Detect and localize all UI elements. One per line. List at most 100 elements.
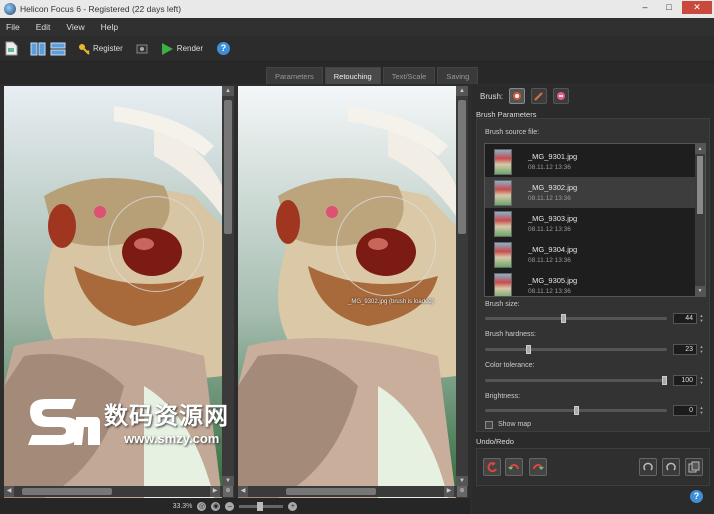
app-icon [4, 3, 16, 15]
watermark-cn: 数码资源网 [104, 403, 229, 430]
scroll-thumb[interactable] [458, 100, 466, 234]
show-map-checkbox[interactable] [485, 421, 493, 429]
scroll-right-arrow-icon[interactable]: ▶ [444, 486, 454, 497]
title-bar: Helicon Focus 6 - Registered (22 days le… [0, 0, 714, 18]
menu-file[interactable]: File [6, 22, 20, 32]
scroll-up-arrow-icon[interactable]: ▲ [456, 86, 468, 96]
slider-knob[interactable] [574, 406, 579, 415]
file-list-scrollbar[interactable]: ▲ ▼ [695, 144, 705, 296]
clone-brush-button[interactable] [509, 88, 526, 104]
redo-icon [533, 464, 544, 470]
menu-view[interactable]: View [66, 22, 84, 32]
color-tolerance-value[interactable]: 100 [673, 375, 697, 386]
tab-parameters[interactable]: Parameters [266, 67, 323, 84]
brush-size-value[interactable]: 44 [673, 313, 697, 324]
add-images-button[interactable] [5, 41, 18, 56]
brush-hardness-label: Brush hardness: [485, 331, 536, 338]
list-item[interactable]: _MG_9304.jpg 08.11.12 13:36 [485, 239, 695, 270]
eraser-brush-button[interactable] [553, 88, 570, 104]
brush-hardness-value[interactable]: 23 [673, 344, 697, 355]
scroll-left-arrow-icon[interactable]: ◀ [4, 486, 14, 497]
zoom-corner-icon[interactable]: ⊕ [457, 486, 467, 497]
watermark-logo [28, 399, 100, 445]
list-item[interactable]: _MG_9301.jpg 08.11.12 13:36 [485, 146, 695, 177]
minimize-button[interactable]: – [634, 1, 656, 14]
scroll-up-arrow-icon[interactable]: ▲ [222, 86, 234, 96]
undo-redo-group [476, 448, 710, 486]
watermark: 数码资源网 www.smzy.com [24, 393, 229, 449]
watermark-text: 数码资源网 www.smzy.com [104, 396, 229, 446]
scroll-thumb[interactable] [697, 156, 703, 214]
window-title: Helicon Focus 6 - Registered (22 days le… [20, 4, 182, 14]
zoom-in-icon[interactable]: + [288, 501, 298, 511]
zoom-corner-icon[interactable]: ⊕ [223, 486, 233, 497]
render-button[interactable]: Render [161, 42, 203, 55]
list-item[interactable]: _MG_9303.jpg 08.11.12 13:36 [485, 208, 695, 239]
list-item-selected[interactable]: _MG_9302.jpg 08.11.12 13:36 [485, 177, 695, 208]
scroll-down-arrow-icon[interactable]: ▼ [222, 476, 234, 486]
rotate-left-button[interactable] [639, 458, 657, 476]
brush-source-list[interactable]: _MG_9301.jpg 08.11.12 13:36 _MG_9302.jpg 0… [484, 143, 706, 297]
scroll-up-arrow-icon[interactable]: ▲ [695, 144, 705, 154]
source-horizontal-scrollbar[interactable]: ◀ ▶ ⊕ [4, 486, 234, 497]
toolbar: Register Render ? [0, 36, 714, 62]
spin-arrows-icon[interactable]: ▲ ▼ [698, 344, 705, 355]
spin-arrows-icon[interactable]: ▲ ▼ [698, 405, 705, 416]
layout-stack-button[interactable] [50, 42, 66, 56]
slider-knob[interactable] [526, 345, 531, 354]
menu-edit[interactable]: Edit [36, 22, 51, 32]
tab-retouching[interactable]: Retouching [324, 67, 381, 84]
scroll-right-arrow-icon[interactable]: ▶ [210, 486, 220, 497]
result-image-panel[interactable]: _MG_9302.jpg (brush is loaded) [238, 86, 456, 498]
spin-arrows-icon[interactable]: ▲ ▼ [698, 313, 705, 324]
tab-saving[interactable]: Saving [437, 67, 479, 84]
rotate-right-button[interactable] [662, 458, 680, 476]
file-thumbnail [494, 272, 512, 296]
spin-arrows-icon[interactable]: ▲ ▼ [698, 375, 705, 386]
stacked-view-icon [50, 42, 66, 55]
result-horizontal-scrollbar[interactable]: ◀ ▶ ⊕ [238, 486, 468, 497]
help-icon[interactable]: ? [690, 490, 703, 503]
paint-brush-button[interactable] [531, 88, 548, 104]
menu-help[interactable]: Help [101, 22, 118, 32]
slider-knob[interactable] [561, 314, 566, 323]
slider-knob[interactable] [662, 376, 667, 385]
list-item[interactable]: _MG_9305.jpg 08.11.12 13:36 [485, 270, 695, 296]
brightness-slider[interactable] [485, 406, 667, 415]
scroll-thumb[interactable] [286, 488, 376, 495]
fit-icon[interactable]: ◎ [197, 501, 207, 511]
color-tolerance-slider[interactable] [485, 376, 667, 385]
register-button[interactable]: Register [78, 43, 123, 55]
copy-layer-button[interactable] [685, 458, 703, 476]
scroll-down-arrow-icon[interactable]: ▼ [695, 286, 705, 296]
tab-text-scale[interactable]: Text/Scale [382, 67, 436, 84]
layout-split-button[interactable] [30, 42, 46, 56]
scroll-thumb[interactable] [22, 488, 112, 495]
brush-source-label: Brush source file: [485, 129, 540, 136]
brightness-value[interactable]: 0 [673, 405, 697, 416]
eraser-icon [557, 92, 566, 100]
scroll-left-arrow-icon[interactable]: ◀ [238, 486, 248, 497]
help-icon[interactable]: ? [217, 42, 231, 55]
maximize-button[interactable]: □ [658, 1, 680, 14]
scroll-thumb[interactable] [224, 100, 232, 234]
zoom-slider[interactable] [239, 501, 284, 511]
status-bar: 33.3% ◎ ◉ – + [0, 498, 470, 514]
close-button[interactable]: ✕ [682, 1, 712, 14]
zoom-out-icon[interactable]: – [225, 501, 235, 511]
undo-button[interactable] [505, 458, 523, 476]
paint-brush-icon [534, 92, 543, 101]
brush-size-label: Brush size: [485, 301, 520, 308]
brush-status-text: _MG_9302.jpg (brush is loaded) [348, 299, 434, 305]
register-label: Register [93, 44, 123, 53]
clone-brush-icon [513, 92, 522, 100]
remote-button[interactable] [135, 43, 149, 55]
redo-button[interactable] [529, 458, 547, 476]
scroll-down-arrow-icon[interactable]: ▼ [456, 476, 468, 486]
remote-icon [136, 44, 148, 53]
undo-all-button[interactable] [483, 458, 501, 476]
result-vertical-scrollbar[interactable]: ▲ ▼ [456, 86, 468, 498]
actual-size-icon[interactable]: ◉ [211, 501, 221, 511]
brush-hardness-slider[interactable] [485, 345, 667, 354]
brush-size-slider[interactable] [485, 314, 667, 323]
